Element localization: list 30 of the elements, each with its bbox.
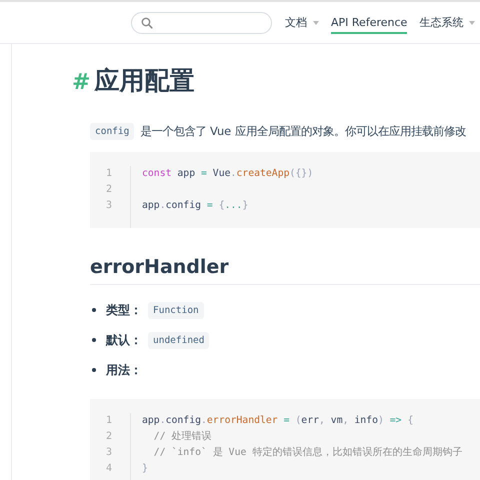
line-number: 2 xyxy=(104,183,114,197)
inline-code: Function xyxy=(148,302,204,318)
nav-link[interactable]: 文档 xyxy=(285,10,307,34)
property-label: 类型： xyxy=(106,302,142,318)
code-line: app.config.errorHandler = (err, vm, info) => { xyxy=(142,414,414,428)
search-field[interactable] xyxy=(131,12,272,34)
code-line: const app = Vue.createApp({}) xyxy=(142,167,314,181)
bullet-icon xyxy=(92,308,96,312)
code-line: } xyxy=(142,462,149,476)
line-number: 3 xyxy=(104,199,114,213)
inline-code: config xyxy=(90,123,134,140)
nav-link[interactable]: API Reference xyxy=(331,12,408,34)
bullet-icon xyxy=(92,338,96,342)
section-heading: errorHandler xyxy=(90,256,480,285)
line-number: 1 xyxy=(104,414,114,428)
bullet-icon xyxy=(92,368,96,372)
line-number: 4 xyxy=(104,462,114,476)
page-title: 应用配置 xyxy=(94,65,194,97)
code-line: // `info` 是 Vue 特定的错误信息，比如错误所在的生命周期钩子 xyxy=(152,446,462,460)
property-label: 默认： xyxy=(106,332,142,348)
line-number: 2 xyxy=(104,430,114,444)
inline-code: undefined xyxy=(148,332,210,348)
line-number: 3 xyxy=(104,446,114,460)
property-label: 用法： xyxy=(106,362,142,378)
code-line: // 处理错误 xyxy=(152,430,212,444)
line-number: 1 xyxy=(104,167,114,181)
code-line: app.config = {...} xyxy=(142,199,250,213)
search-icon xyxy=(141,16,153,28)
nav-link[interactable]: 生态系统 xyxy=(419,10,464,34)
intro-text: 是一个包含了 Vue 应用全局配置的对象。你可以在应用挂载前修改 xyxy=(140,124,466,139)
